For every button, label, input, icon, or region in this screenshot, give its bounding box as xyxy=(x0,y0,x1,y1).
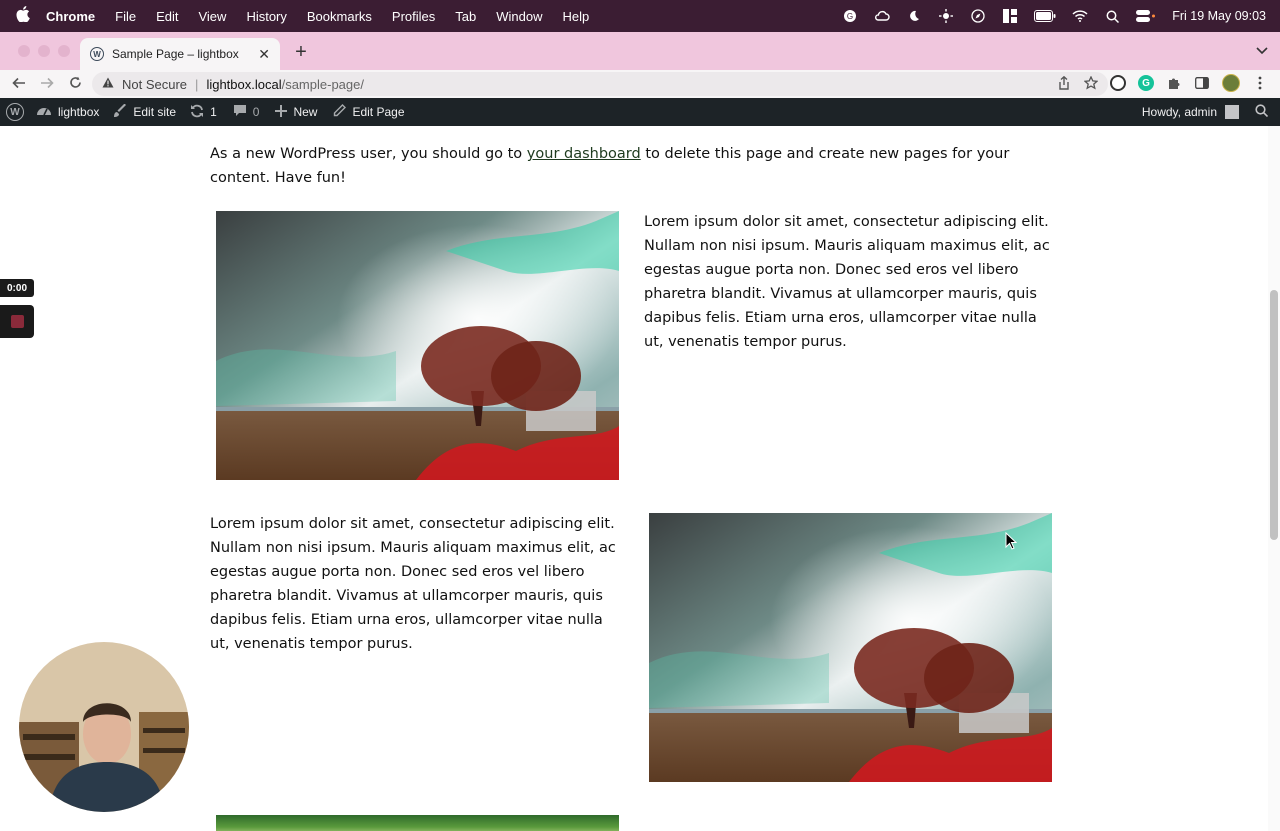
updates-link[interactable]: 1 xyxy=(190,104,217,121)
menu-file[interactable]: File xyxy=(115,9,136,24)
edit-page-link[interactable]: Edit Page xyxy=(333,104,405,120)
dashboard-link[interactable]: your dashboard xyxy=(527,146,641,162)
refresh-updates-icon xyxy=(190,104,204,121)
more-vertical-icon[interactable] xyxy=(1252,75,1268,91)
extensions-puzzle-icon[interactable] xyxy=(1166,75,1182,91)
control-center-icon[interactable] xyxy=(1136,8,1156,24)
address-bar[interactable]: Not Secure | lightbox.local/sample-page/ xyxy=(92,72,1108,96)
browser-toolbar: Not Secure | lightbox.local/sample-page/… xyxy=(0,70,1280,98)
side-panel-icon[interactable] xyxy=(1194,75,1210,91)
warning-triangle-icon[interactable] xyxy=(102,77,114,91)
pencil-icon xyxy=(333,104,347,120)
dashboard-gauge-icon xyxy=(36,104,52,121)
active-tab[interactable]: W Sample Page – lightbox ✕ xyxy=(80,38,280,70)
stop-square-icon xyxy=(10,315,24,328)
webcam-overlay xyxy=(19,642,189,812)
menu-history[interactable]: History xyxy=(246,9,286,24)
bookmark-star-icon[interactable] xyxy=(1083,75,1099,93)
extension-o-icon[interactable] xyxy=(1110,75,1126,91)
battery-icon[interactable] xyxy=(1034,8,1056,24)
tab-title: Sample Page – lightbox xyxy=(112,47,239,61)
account-menu[interactable]: Howdy, admin xyxy=(1141,98,1269,126)
menu-bookmarks[interactable]: Bookmarks xyxy=(307,9,372,24)
share-icon[interactable] xyxy=(1058,75,1070,93)
menu-edit[interactable]: Edit xyxy=(156,9,178,24)
forward-arrow-icon[interactable] xyxy=(38,76,56,93)
new-label: New xyxy=(293,105,318,119)
landscape-image-1[interactable] xyxy=(216,211,619,480)
zoom-window-button[interactable] xyxy=(58,45,70,57)
intro-paragraph: As a new WordPress user, you should go t… xyxy=(210,142,1055,190)
comments-link[interactable]: 0 xyxy=(233,104,260,120)
howdy-label: Howdy, admin xyxy=(1141,105,1217,119)
wordpress-favicon-icon: W xyxy=(90,47,104,61)
url-path: /sample-page/ xyxy=(281,76,364,92)
extension-icons: G xyxy=(1110,74,1268,92)
grammarly-extension-icon[interactable]: G xyxy=(1138,75,1154,91)
address-separator: | xyxy=(195,76,199,92)
grammarly-status-icon[interactable]: G xyxy=(842,8,858,24)
admin-search-icon[interactable] xyxy=(1255,104,1269,120)
tab-close-icon[interactable]: ✕ xyxy=(258,46,270,63)
stop-recording-button[interactable] xyxy=(0,305,34,338)
edit-site-link[interactable]: Edit site xyxy=(113,103,177,121)
close-window-button[interactable] xyxy=(18,45,30,57)
menubar-status-area: G Fri 19 May 09:03 xyxy=(842,0,1266,32)
brush-icon xyxy=(113,103,127,121)
spotlight-search-icon[interactable] xyxy=(1104,8,1120,24)
apple-icon[interactable] xyxy=(16,6,32,26)
menubar-clock[interactable]: Fri 19 May 09:03 xyxy=(1172,9,1266,23)
plus-icon xyxy=(275,104,288,120)
back-arrow-icon[interactable] xyxy=(10,76,28,93)
updates-count: 1 xyxy=(210,105,217,119)
landscape-image-3[interactable] xyxy=(216,815,619,831)
chrome-tab-strip: W Sample Page – lightbox ✕ + xyxy=(0,32,1280,70)
window-controls xyxy=(18,45,70,57)
wifi-icon[interactable] xyxy=(1072,8,1088,24)
mouse-cursor-icon xyxy=(1005,531,1018,550)
lorem-paragraph-1: Lorem ipsum dolor sit amet, consectetur … xyxy=(644,214,1050,350)
compass-icon[interactable] xyxy=(970,8,986,24)
site-name-menu[interactable]: lightbox xyxy=(36,104,99,121)
svg-text:G: G xyxy=(847,12,853,21)
menu-help[interactable]: Help xyxy=(563,9,590,24)
new-content-menu[interactable]: New xyxy=(275,104,317,120)
menu-view[interactable]: View xyxy=(198,9,226,24)
edit-site-label: Edit site xyxy=(133,105,177,119)
cloud-sync-icon[interactable] xyxy=(874,8,890,24)
intro-text-before: As a new WordPress user, you should go t… xyxy=(210,146,527,162)
admin-avatar xyxy=(1225,105,1239,119)
moon-focus-icon[interactable] xyxy=(906,8,922,24)
site-name: lightbox xyxy=(58,105,100,119)
tab-search-chevron-icon[interactable] xyxy=(1256,44,1268,58)
omnibox-actions xyxy=(1058,75,1099,93)
menu-window[interactable]: Window xyxy=(496,9,542,24)
minimize-window-button[interactable] xyxy=(38,45,50,57)
reload-icon[interactable] xyxy=(66,76,84,93)
lorem-paragraph-2: Lorem ipsum dolor sit amet, consectetur … xyxy=(210,516,616,652)
menu-app-name[interactable]: Chrome xyxy=(46,9,95,24)
page-content: As a new WordPress user, you should go t… xyxy=(0,126,1268,831)
comments-count: 0 xyxy=(252,105,260,119)
recording-timer: 0:00 xyxy=(0,279,34,297)
wordpress-logo-icon[interactable]: W xyxy=(6,103,24,121)
url-host: lightbox.local xyxy=(206,76,282,92)
macos-menu-bar: Chrome File Edit View History Bookmarks … xyxy=(0,0,1280,32)
security-label[interactable]: Not Secure xyxy=(122,77,187,92)
menu-tab[interactable]: Tab xyxy=(455,9,476,24)
brightness-icon[interactable] xyxy=(938,8,954,24)
landscape-image-2[interactable] xyxy=(649,513,1052,782)
menu-profiles[interactable]: Profiles xyxy=(392,9,435,24)
comment-bubble-icon xyxy=(233,104,247,120)
page-scrollbar-thumb[interactable] xyxy=(1270,290,1278,540)
profile-avatar[interactable] xyxy=(1222,74,1240,92)
edit-page-label: Edit Page xyxy=(352,105,405,119)
new-tab-button[interactable]: + xyxy=(292,42,310,62)
wp-admin-bar: W lightbox Edit site 1 0 New Edit Page H… xyxy=(0,98,1280,126)
window-layout-icon[interactable] xyxy=(1002,8,1018,24)
